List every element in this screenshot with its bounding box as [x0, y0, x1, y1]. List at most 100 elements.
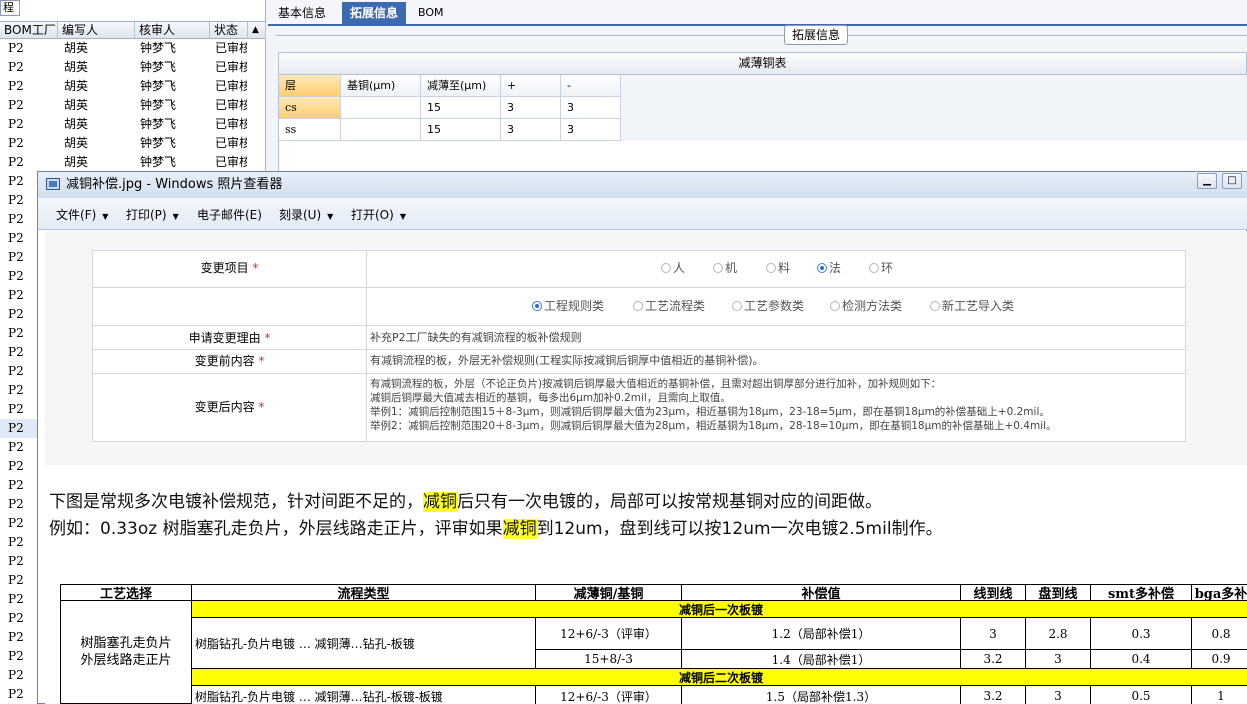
- section-one-plating: 减铜后一次板镀: [191, 600, 1247, 618]
- cell-factory: P2: [8, 136, 24, 150]
- note-text: 到12um，盘到线可以按12um一次电镀2.5mil制作。: [536, 519, 943, 539]
- cell-base-copper[interactable]: [341, 97, 421, 119]
- radio-label: 检测方法类: [842, 299, 903, 313]
- table-row[interactable]: P2 胡英 钟梦飞 已审核: [0, 153, 266, 172]
- spec-header-smt: smt多补偿: [1090, 584, 1192, 601]
- cell-factory: P2: [8, 364, 24, 378]
- menu-email[interactable]: 电子邮件(E): [197, 208, 262, 222]
- radio-selected-icon: [817, 263, 827, 273]
- cell-base-copper[interactable]: [341, 119, 421, 141]
- cell-writer: 胡英: [64, 60, 89, 74]
- radio-method[interactable]: 法: [817, 261, 841, 275]
- highlighted-text: 减铜: [423, 492, 457, 512]
- compensation-cell: 1.4（局部补偿1）: [681, 649, 961, 669]
- column-header-reviewer[interactable]: 核审人: [135, 22, 210, 39]
- cell-factory: P2: [8, 79, 24, 93]
- radio-label: 料: [778, 261, 791, 275]
- chevron-down-icon: ▼: [102, 212, 109, 221]
- tab-basic-info[interactable]: 基本信息: [270, 2, 334, 26]
- line-to-line-cell: 3.2: [960, 685, 1026, 704]
- cell-layer[interactable]: ss: [279, 119, 341, 141]
- radio-material[interactable]: 料: [766, 261, 790, 275]
- table-row[interactable]: P2 胡英 钟梦飞 已审核: [0, 58, 266, 77]
- radio-process-flow[interactable]: 工艺流程类: [633, 299, 705, 313]
- col-header-minus[interactable]: -: [561, 75, 621, 97]
- cell-factory: P2: [8, 459, 24, 473]
- table-row[interactable]: P2 胡英 钟梦飞 已审核: [0, 96, 266, 115]
- radio-label: 工艺流程类: [645, 299, 706, 313]
- cell-factory: P2: [8, 516, 24, 530]
- radio-environment[interactable]: 环: [869, 261, 893, 275]
- menu-burn-label: 刻录(U): [279, 208, 322, 222]
- col-header-layer[interactable]: 层: [279, 75, 341, 97]
- spec-header-bga: bga多补: [1191, 584, 1247, 601]
- cell-status: 已审核: [215, 60, 247, 74]
- cell-plus[interactable]: 3: [501, 97, 561, 119]
- required-star: *: [258, 400, 265, 414]
- menu-open[interactable]: 打开(O) ▼: [351, 208, 406, 224]
- minimize-icon[interactable]: ▁: [1197, 173, 1217, 189]
- cell-thin-to[interactable]: 15: [421, 119, 501, 141]
- radio-new-process[interactable]: 新工艺导入类: [930, 299, 1014, 313]
- reason-label: 申请变更理由 *: [93, 331, 366, 345]
- note-line-1: 下图是常规多次电镀补偿规范，针对间距不足的，减铜后只有一次电镀的，局部可以按常规…: [49, 491, 882, 513]
- required-star: *: [252, 261, 259, 275]
- menu-print[interactable]: 打印(P) ▼: [126, 208, 179, 224]
- column-header-status[interactable]: 状态: [210, 22, 248, 39]
- radio-engineering-rule[interactable]: 工程规则类: [532, 299, 604, 313]
- table-row[interactable]: P2 胡英 钟梦飞 已审核: [0, 77, 266, 96]
- cell-factory: P2: [8, 269, 24, 283]
- pad-to-line-cell: 3: [1025, 685, 1091, 704]
- cell-status: 已审核: [215, 41, 247, 55]
- form-divider: [92, 325, 1186, 326]
- radio-machine[interactable]: 机: [713, 261, 737, 275]
- table-row[interactable]: P2 胡英 钟梦飞 已审核: [0, 39, 266, 58]
- radio-icon: [766, 263, 776, 273]
- spec-header-compensation: 补偿值: [681, 584, 961, 601]
- column-header-writer[interactable]: 编写人: [58, 22, 135, 39]
- col-header-plus[interactable]: +: [501, 75, 561, 97]
- cell-factory: P2: [8, 193, 24, 207]
- cell-factory: P2: [8, 421, 24, 435]
- after-text: 变更后内容: [194, 400, 255, 414]
- note-text: 后只有一次电镀的，局部可以按常规基铜对应的间距做。: [457, 492, 882, 512]
- sort-up-icon[interactable]: ▲: [248, 22, 266, 39]
- after-line: 举例1：减铜后控制范围15＋8-3μm，则减铜后铜厚最大值为23μm，相近基铜为…: [370, 406, 1050, 418]
- change-item-label: 变更项目 *: [93, 261, 366, 275]
- cell-minus[interactable]: 3: [561, 97, 621, 119]
- cell-layer[interactable]: cs: [279, 97, 341, 119]
- radio-test-method[interactable]: 检测方法类: [830, 299, 902, 313]
- table-row[interactable]: P2 胡英 钟梦飞 已审核: [0, 115, 266, 134]
- radio-process-param[interactable]: 工艺参数类: [732, 299, 804, 313]
- detail-tabs: 基本信息 拓展信息 BOM: [268, 0, 1247, 26]
- cell-reviewer: 钟梦飞: [140, 60, 177, 74]
- cell-writer: 胡英: [64, 79, 89, 93]
- cell-factory: P2: [8, 98, 24, 112]
- col-header-base-copper[interactable]: 基铜(μm): [341, 75, 421, 97]
- cell-minus[interactable]: 3: [561, 119, 621, 141]
- tab-extended-info[interactable]: 拓展信息: [342, 2, 407, 26]
- cell-factory: P2: [8, 345, 24, 359]
- menu-burn[interactable]: 刻录(U) ▼: [279, 208, 333, 224]
- cell-plus[interactable]: 3: [501, 119, 561, 141]
- table-row[interactable]: P2 胡英 钟梦飞 已审核: [0, 134, 266, 153]
- photo-viewer-app-icon: [46, 178, 60, 190]
- menu-file[interactable]: 文件(F) ▼: [56, 208, 108, 224]
- col-header-thin-to[interactable]: 减薄至(μm): [421, 75, 501, 97]
- cell-factory: P2: [8, 592, 24, 606]
- tab-bom[interactable]: BOM: [410, 2, 452, 26]
- cell-writer: 胡英: [64, 136, 89, 150]
- cell-factory: P2: [8, 630, 24, 644]
- radio-label: 工程规则类: [544, 299, 605, 313]
- maximize-icon[interactable]: □: [1222, 173, 1242, 189]
- spec-header-flow: 流程类型: [191, 584, 536, 601]
- cell-writer: 胡英: [64, 41, 89, 55]
- radio-label: 人: [673, 261, 686, 275]
- radio-person[interactable]: 人: [661, 261, 685, 275]
- left-panel-title: 程: [0, 0, 20, 16]
- after-line: 举例2：减铜后控制范围20＋8-3μm，则减铜后铜厚最大值为28μm，相近基铜为…: [370, 420, 1057, 432]
- cell-thin-to[interactable]: 15: [421, 97, 501, 119]
- thinning-cell: 15+8/-3: [535, 649, 682, 669]
- column-header-factory[interactable]: BOM工厂: [0, 22, 58, 39]
- cell-factory: P2: [8, 307, 24, 321]
